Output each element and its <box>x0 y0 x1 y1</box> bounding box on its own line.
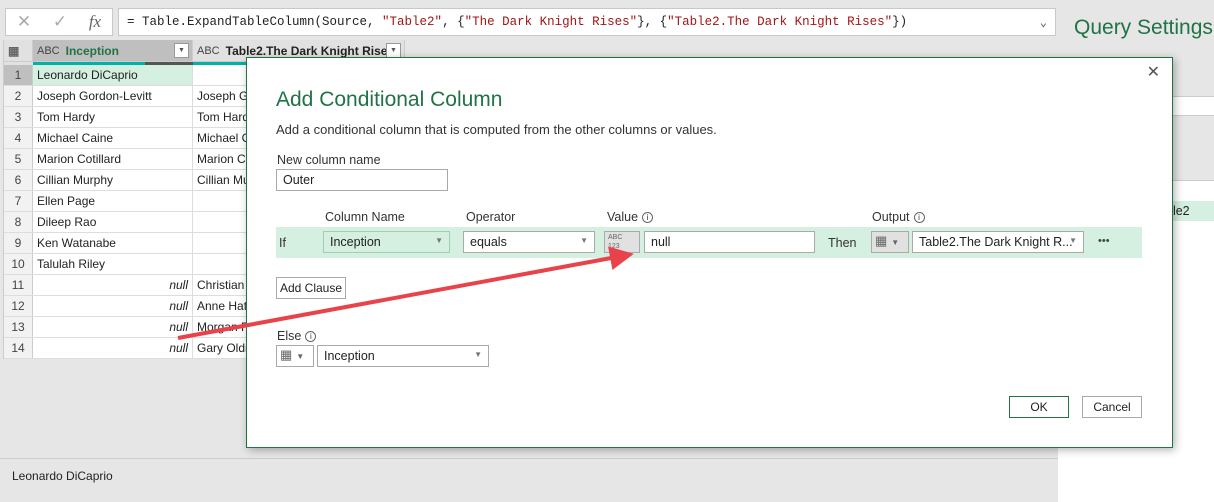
annotation-arrow <box>177 246 634 340</box>
red-arrow <box>177 246 634 340</box>
